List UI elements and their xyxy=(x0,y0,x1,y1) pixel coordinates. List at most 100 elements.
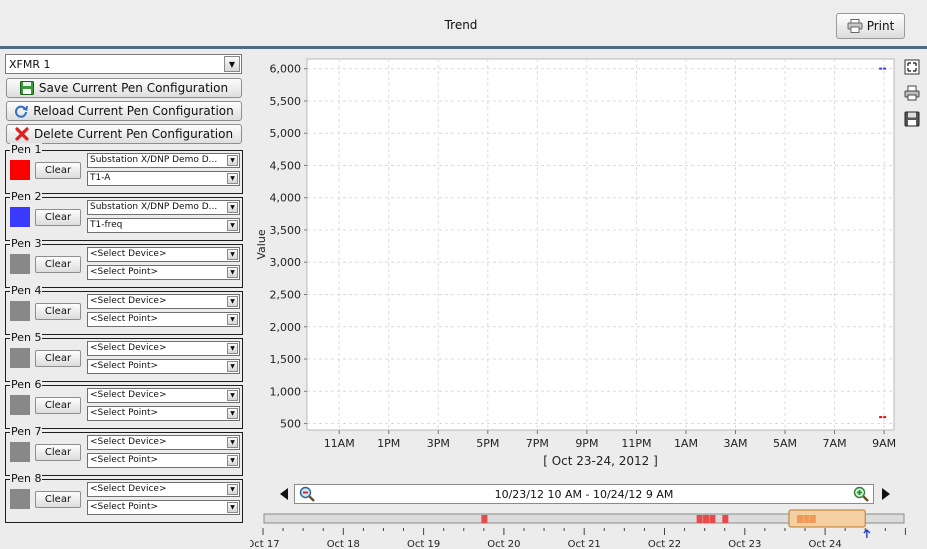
chevron-down-icon[interactable]: ▼ xyxy=(227,502,238,513)
trend-chart-svg[interactable]: 500 1,000 1,500 2,000 2,500 3,000 3,500 4,000 4,… xyxy=(250,52,900,477)
x-tick-label: 11AM xyxy=(324,437,355,450)
y-tick-label: 3,500 xyxy=(270,224,302,237)
clear-pen-button[interactable]: Clear xyxy=(35,209,81,226)
print-button[interactable]: Print xyxy=(836,13,905,39)
timeline-day-label: Oct 20 xyxy=(487,539,520,549)
pen-point-select[interactable]: T1-freq ▼ xyxy=(87,218,240,233)
time-range-bar: 10/23/12 10 AM - 10/24/12 9 AM xyxy=(294,484,874,504)
y-tick-label: 2,500 xyxy=(270,289,302,302)
pen-device-select[interactable]: <Select Device> ▼ xyxy=(87,388,240,403)
pen-point-value: <Select Point> xyxy=(90,361,159,371)
pen-device-value: <Select Device> xyxy=(90,296,167,306)
trend-chart[interactable]: 500 1,000 1,500 2,000 2,500 3,000 3,500 4,000 4,… xyxy=(250,52,900,477)
pen-point-select[interactable]: <Select Point> ▼ xyxy=(87,312,240,327)
chevron-down-icon[interactable]: ▼ xyxy=(227,296,238,307)
fit-view-button[interactable] xyxy=(903,58,921,76)
pen-device-select[interactable]: Substation X/DNP Demo D... ▼ xyxy=(87,200,240,215)
chevron-down-icon[interactable]: ▼ xyxy=(227,314,238,325)
y-tick-label: 500 xyxy=(280,418,301,431)
chevron-down-icon[interactable]: ▼ xyxy=(227,484,238,495)
chevron-down-icon[interactable]: ▼ xyxy=(227,361,238,372)
chevron-down-icon[interactable]: ▼ xyxy=(227,220,238,231)
pen-point-select[interactable]: <Select Point> ▼ xyxy=(87,406,240,421)
clear-pen-button[interactable]: Clear xyxy=(35,444,81,461)
scroll-left-arrow[interactable] xyxy=(279,487,289,501)
pen-8-group: Pen 8 Clear <Select Device> ▼ <Select Point>… xyxy=(5,472,243,523)
y-tick-label: 1,500 xyxy=(270,353,302,366)
save-config-button[interactable]: Save Current Pen Configuration xyxy=(6,78,242,98)
clear-pen-button[interactable]: Clear xyxy=(35,397,81,414)
scroll-right-arrow[interactable] xyxy=(881,487,891,501)
reload-config-button[interactable]: Reload Current Pen Configuration xyxy=(6,101,242,121)
pen-device-select[interactable]: <Select Device> ▼ xyxy=(87,435,240,450)
pen-device-select[interactable]: <Select Device> ▼ xyxy=(87,294,240,309)
delete-config-label: Delete Current Pen Configuration xyxy=(33,127,234,141)
clear-pen-button[interactable]: Clear xyxy=(35,303,81,320)
pen-label: Pen 7 xyxy=(10,425,43,438)
timeline-overview[interactable]: Oct 17 Oct 18 Oct 19 Oct 20 Oct 21 Oct 22 Oct … xyxy=(246,508,927,549)
pen-point-select[interactable]: <Select Point> ▼ xyxy=(87,265,240,280)
x-tick-label: 5PM xyxy=(476,437,499,450)
y-axis-label: Value xyxy=(255,229,268,259)
pen-3-group: Pen 3 Clear <Select Device> ▼ <Select Point>… xyxy=(5,237,243,288)
pen-point-value: T1-A xyxy=(90,173,111,183)
pen-device-value: Substation X/DNP Demo D... xyxy=(90,155,218,165)
zoom-in-icon[interactable] xyxy=(853,486,869,502)
chevron-down-icon[interactable]: ▼ xyxy=(227,437,238,448)
chevron-down-icon[interactable]: ▼ xyxy=(227,455,238,466)
pen-device-select[interactable]: Substation X/DNP Demo D... ▼ xyxy=(87,153,240,168)
timeline-event-mark xyxy=(703,515,710,523)
pen-color-swatch[interactable] xyxy=(10,207,30,227)
y-tick-label: 2,000 xyxy=(270,321,302,334)
chevron-down-icon[interactable]: ▼ xyxy=(224,56,240,72)
device-select-value: XFMR 1 xyxy=(9,58,51,71)
pen-point-select[interactable]: <Select Point> ▼ xyxy=(87,500,240,515)
chevron-down-icon[interactable]: ▼ xyxy=(227,249,238,260)
pen-label: Pen 4 xyxy=(10,284,43,297)
y-tick-label: 3,000 xyxy=(270,256,302,269)
chart-save-button[interactable] xyxy=(903,110,921,128)
device-select[interactable]: XFMR 1 ▼ xyxy=(5,54,242,74)
chevron-down-icon[interactable]: ▼ xyxy=(227,267,238,278)
x-tick-label: 1PM xyxy=(377,437,400,450)
disk-icon xyxy=(904,111,920,127)
pen-color-swatch[interactable] xyxy=(10,160,30,180)
chevron-down-icon[interactable]: ▼ xyxy=(227,343,238,354)
plot-area[interactable] xyxy=(306,58,895,431)
pen-color-swatch[interactable] xyxy=(10,442,30,462)
pen-point-select[interactable]: <Select Point> ▼ xyxy=(87,359,240,374)
timeline-svg[interactable]: Oct 17 Oct 18 Oct 19 Oct 20 Oct 21 Oct 22 Oct … xyxy=(246,508,927,549)
delete-config-button[interactable]: Delete Current Pen Configuration xyxy=(6,124,242,144)
timeline-day-label: Oct 22 xyxy=(648,539,681,549)
pen-color-swatch[interactable] xyxy=(10,348,30,368)
pen-point-select[interactable]: T1-A ▼ xyxy=(87,171,240,186)
chevron-down-icon[interactable]: ▼ xyxy=(227,155,238,166)
timeline-event-mark xyxy=(722,515,729,523)
pen-color-swatch[interactable] xyxy=(10,301,30,321)
chevron-down-icon[interactable]: ▼ xyxy=(227,390,238,401)
clear-pen-button[interactable]: Clear xyxy=(35,350,81,367)
pen-color-swatch[interactable] xyxy=(10,254,30,274)
x-axis-label: [ Oct 23-24, 2012 ] xyxy=(543,454,658,468)
chevron-down-icon[interactable]: ▼ xyxy=(227,173,238,184)
pen-device-select[interactable]: <Select Device> ▼ xyxy=(87,247,240,262)
x-tick-label: 3PM xyxy=(427,437,450,450)
pen-device-select[interactable]: <Select Device> ▼ xyxy=(87,482,240,497)
pen-1-group: Pen 1 Clear Substation X/DNP Demo D... ▼ T1-… xyxy=(5,143,243,194)
clear-pen-button[interactable]: Clear xyxy=(35,491,81,508)
x-tick-label: 1AM xyxy=(674,437,698,450)
chevron-down-icon[interactable]: ▼ xyxy=(227,408,238,419)
pen-device-select[interactable]: <Select Device> ▼ xyxy=(87,341,240,356)
chart-print-button[interactable] xyxy=(903,84,921,102)
pen-point-select[interactable]: <Select Point> ▼ xyxy=(87,453,240,468)
pen-color-swatch[interactable] xyxy=(10,489,30,509)
clear-pen-button[interactable]: Clear xyxy=(35,256,81,273)
timeline-day-label: Oct 18 xyxy=(327,539,360,549)
timeline-day-label: Oct 23 xyxy=(728,539,761,549)
pen-2-group: Pen 2 Clear Substation X/DNP Demo D... ▼ T1-… xyxy=(5,190,243,241)
chevron-down-icon[interactable]: ▼ xyxy=(227,202,238,213)
y-tick-label: 6,000 xyxy=(270,63,302,76)
pen-color-swatch[interactable] xyxy=(10,395,30,415)
timeline-day-label: Oct 17 xyxy=(250,539,280,549)
clear-pen-button[interactable]: Clear xyxy=(35,162,81,179)
